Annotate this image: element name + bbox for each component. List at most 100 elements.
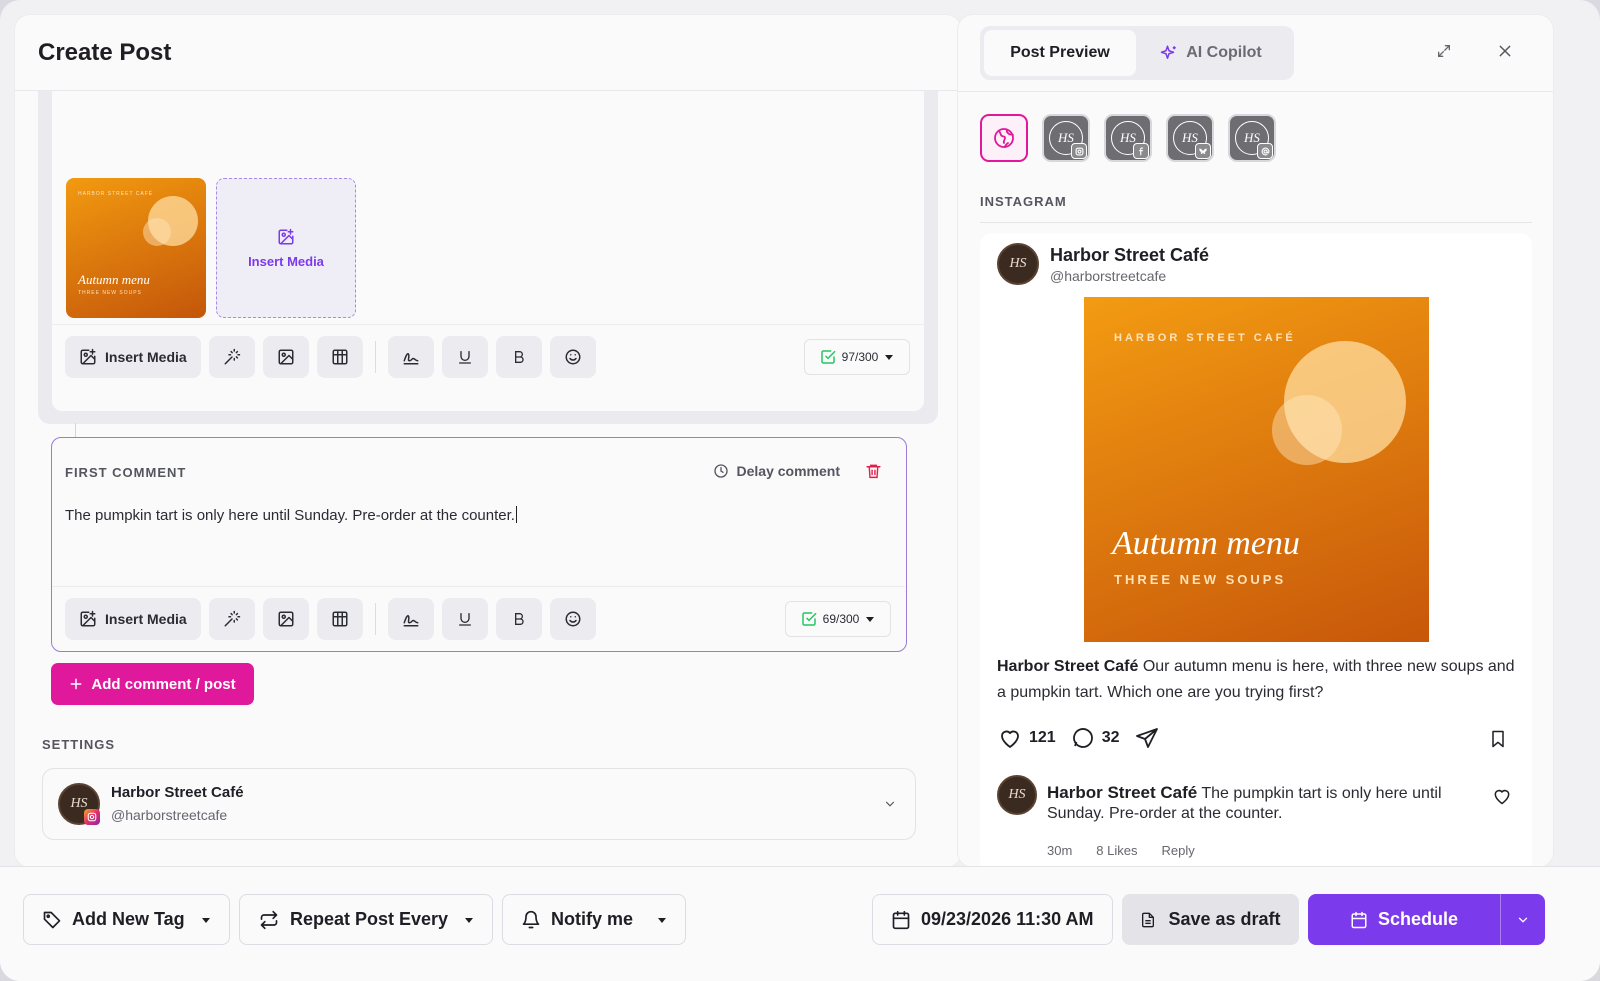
add-tag-button[interactable]: Add New Tag [23, 894, 230, 945]
post-caption: Harbor Street Café Our autumn menu is he… [997, 654, 1522, 706]
schedule-button[interactable]: Schedule [1308, 894, 1501, 945]
character-counter[interactable]: 97/300 [804, 338, 910, 375]
close-button[interactable] [1497, 43, 1513, 64]
caret-down-icon [885, 354, 894, 360]
comment-gif-button[interactable] [316, 597, 363, 640]
thumb-title: Autumn menu [78, 272, 150, 287]
schedule-options-button[interactable] [1501, 894, 1545, 945]
comment-emoji-button[interactable] [549, 597, 596, 640]
tab-ai-copilot[interactable]: AI Copilot [1136, 30, 1286, 76]
heart-icon [1491, 786, 1513, 811]
image-plus-icon [80, 348, 96, 364]
chevron-down-icon [883, 797, 897, 816]
repeat-post-button[interactable]: Repeat Post Every [239, 894, 493, 945]
platform-threads-button[interactable]: HS [1228, 114, 1276, 162]
comment-toolbar: Insert Media 69/300 [52, 586, 905, 650]
save-draft-button[interactable]: Save as draft [1122, 894, 1299, 945]
post-editor[interactable]: HARBOR STREET CAFÉ Autumn menu THREE NEW… [52, 91, 924, 411]
thumb-circle-small [143, 218, 171, 246]
clock-icon [713, 464, 728, 478]
account-handle: @harborstreetcafe [111, 807, 228, 823]
page-title: Create Post [38, 38, 172, 66]
composer-panel: Create Post HARBOR STREET CAFÉ Autumn me… [14, 14, 962, 868]
delay-comment-button[interactable]: Delay comment [713, 463, 840, 479]
magic-wand-icon [224, 610, 240, 626]
like-count: 121 [1029, 729, 1056, 746]
caret-down-icon [202, 917, 210, 923]
emoji-button[interactable] [549, 335, 596, 378]
comment-insert-media-button[interactable]: Insert Media [65, 597, 201, 640]
toolbar-divider [374, 340, 376, 373]
comment-bold-button[interactable] [495, 597, 542, 640]
magic-wand-icon [224, 348, 240, 364]
tab-post-preview[interactable]: Post Preview [984, 30, 1136, 76]
image-title: Autumn menu [1112, 525, 1300, 562]
insert-media-button[interactable]: Insert Media [65, 335, 201, 378]
image-plus-icon [80, 610, 96, 626]
save-draft-label: Save as draft [1168, 909, 1281, 929]
settings-label: SETTINGS [42, 737, 116, 752]
send-icon [1135, 728, 1158, 748]
media-thumbnail[interactable]: HARBOR STREET CAFÉ Autumn menu THREE NEW… [66, 178, 206, 318]
comment-magic-wand-button[interactable] [208, 597, 255, 640]
comment-underline-button[interactable] [441, 597, 488, 640]
tab-label: Post Preview [1010, 44, 1110, 61]
check-square-icon [820, 349, 836, 364]
post-editor-container: HARBOR STREET CAFÉ Autumn menu THREE NEW… [38, 91, 938, 424]
bold-button[interactable] [495, 335, 542, 378]
account-selector[interactable]: HS Harbor Street Café @harborstreetcafe [42, 768, 916, 840]
notify-me-button[interactable]: Notify me [502, 894, 686, 945]
comment-author: Harbor Street Café [1047, 783, 1198, 802]
counter-value: 69/300 [822, 611, 860, 626]
gif-button[interactable] [316, 335, 363, 378]
platform-bluesky-button[interactable]: HS [1166, 114, 1214, 162]
create-post-modal: Create Post HARBOR STREET CAFÉ Autumn me… [0, 0, 1600, 981]
post-actions: 121 32 [997, 726, 1160, 750]
underline-button[interactable] [441, 335, 488, 378]
image-subtitle: THREE NEW SOUPS [1114, 572, 1287, 587]
comment-character-counter[interactable]: 69/300 [785, 600, 891, 637]
insert-media-tile[interactable]: Insert Media [216, 178, 356, 318]
comment-text: Harbor Street Café The pumpkin tart is o… [1047, 783, 1477, 824]
globe-icon [994, 128, 1014, 148]
repeat-icon [260, 910, 278, 929]
smiley-icon [565, 349, 581, 364]
delete-comment-button[interactable] [865, 462, 882, 485]
toolbar-divider [374, 602, 376, 635]
comment-signature-button[interactable] [387, 597, 434, 640]
check-square-icon [801, 611, 817, 626]
ai-image-button[interactable] [262, 335, 309, 378]
facebook-icon [1133, 143, 1149, 159]
first-comment-input[interactable]: The pumpkin tart is only here until Sund… [65, 506, 517, 524]
caret-down-icon [658, 917, 666, 923]
all-platforms-button[interactable] [980, 114, 1028, 162]
platform-section-label: INSTAGRAM [980, 194, 1067, 209]
insert-media-tile-label: Insert Media [248, 253, 324, 269]
platform-facebook-button[interactable]: HS [1104, 114, 1152, 162]
signature-button[interactable] [387, 335, 434, 378]
comment-ai-image-button[interactable] [262, 597, 309, 640]
heart-icon [1001, 730, 1019, 748]
post-author-name: Harbor Street Café [1050, 245, 1210, 265]
post-author-handle: @harborstreetcafe [1050, 268, 1167, 284]
threads-icon [1257, 143, 1273, 159]
film-grid-icon [332, 349, 348, 364]
add-comment-button[interactable]: Add comment / post [51, 663, 254, 705]
platform-instagram-button[interactable]: HS [1042, 114, 1090, 162]
insert-media-label: Insert Media [105, 610, 187, 627]
footer-bar: Add New Tag Repeat Post Every Notify me … [0, 866, 1600, 981]
tag-icon [43, 911, 61, 928]
instagram-icon [84, 809, 100, 825]
magic-wand-button[interactable] [208, 335, 255, 378]
plus-icon [71, 678, 82, 690]
expand-button[interactable] [1436, 43, 1452, 64]
notify-me-label: Notify me [551, 909, 634, 929]
schedule-datetime-picker[interactable]: 09/23/2026 11:30 AM [872, 894, 1113, 945]
schedule-button-group: Schedule [1308, 894, 1545, 945]
comment-time: 30m [1047, 843, 1073, 858]
image-circle-small [1272, 395, 1342, 465]
schedule-label: Schedule [1377, 909, 1459, 929]
bold-icon [514, 612, 524, 625]
add-comment-label: Add comment / post [91, 675, 236, 693]
underline-icon [458, 612, 471, 626]
